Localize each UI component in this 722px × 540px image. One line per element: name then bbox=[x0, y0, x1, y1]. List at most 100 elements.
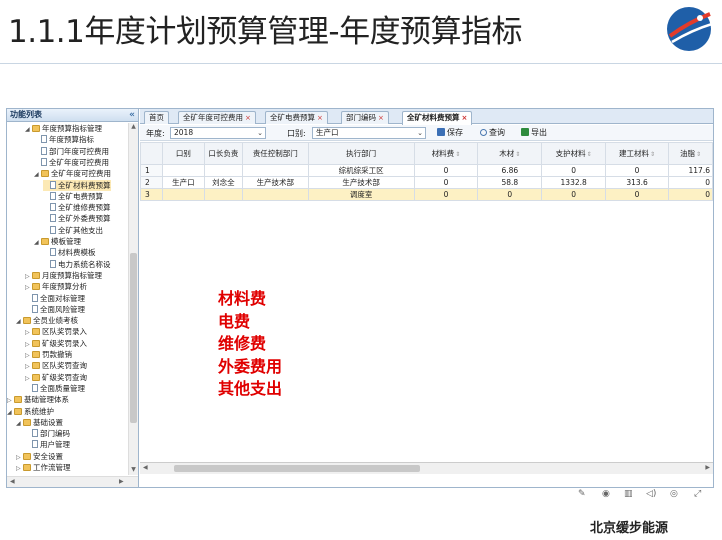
sidebar-item[interactable]: 全矿电费预算 bbox=[43, 191, 103, 202]
year-select[interactable]: 2018 ⌄ bbox=[170, 127, 266, 139]
collapse-arrow-icon[interactable]: ◢ bbox=[7, 407, 14, 418]
sidebar-item[interactable]: 全矿其他支出 bbox=[43, 225, 103, 236]
table-cell[interactable]: 0 bbox=[541, 164, 607, 177]
trash-icon[interactable]: ▥ bbox=[624, 489, 633, 499]
close-icon[interactable]: × bbox=[378, 114, 384, 122]
tab[interactable]: 全矿电费预算 × bbox=[265, 111, 328, 124]
table-cell[interactable] bbox=[203, 164, 243, 177]
tab[interactable]: 全矿材料费预算 × bbox=[402, 111, 473, 125]
sidebar-item[interactable]: ▷ 工作流管理 bbox=[16, 462, 71, 473]
column-header[interactable]: 材料费⇕ bbox=[413, 142, 479, 165]
sidebar-item[interactable]: 材料费模板 bbox=[43, 247, 96, 258]
table-cell[interactable]: 0 bbox=[605, 164, 669, 177]
scroll-down-icon[interactable]: ▼ bbox=[129, 466, 138, 475]
collapse-arrow-icon[interactable]: ◢ bbox=[16, 316, 23, 327]
column-header[interactable]: 执行部门 bbox=[307, 142, 415, 165]
column-header[interactable]: 支护材料⇕ bbox=[541, 142, 607, 165]
sidebar-item[interactable]: ▷ 罚款撤销 bbox=[25, 349, 72, 360]
table-cell[interactable] bbox=[241, 188, 309, 201]
table-cell[interactable]: 313.6 bbox=[605, 176, 669, 189]
scroll-left-icon[interactable]: ◀ bbox=[143, 464, 148, 471]
scroll-right-icon[interactable]: ▶ bbox=[119, 478, 124, 485]
table-cell[interactable]: 117.6 bbox=[668, 164, 713, 177]
sidebar-item[interactable]: ▷ 矿级奖罚录入 bbox=[25, 338, 87, 349]
table-cell[interactable]: 0 bbox=[413, 176, 479, 189]
sidebar-item[interactable]: ▷ 矿级奖罚查询 bbox=[25, 372, 87, 383]
table-cell[interactable] bbox=[241, 164, 309, 177]
sidebar-item[interactable]: 部门编码 bbox=[25, 428, 70, 439]
table-cell[interactable]: 0 bbox=[668, 188, 713, 201]
sidebar-vertical-scrollbar[interactable]: ▲ ▼ bbox=[128, 123, 138, 475]
close-icon[interactable]: × bbox=[462, 114, 468, 122]
table-cell[interactable] bbox=[161, 188, 205, 201]
sidebar-item[interactable]: 全矿年度可控费用 bbox=[34, 157, 109, 168]
scroll-left-icon[interactable]: ◀ bbox=[10, 478, 15, 485]
table-row[interactable]: 3 调度室 0 0 0 0 0 bbox=[140, 188, 713, 201]
sidebar-item[interactable]: 全面质量管理 bbox=[25, 383, 85, 394]
sidebar-item[interactable]: 全面对标管理 bbox=[25, 293, 85, 304]
sidebar-item[interactable]: ▷ 基础管理体系 bbox=[7, 394, 69, 405]
save-button[interactable]: 保存 bbox=[437, 127, 463, 139]
column-header[interactable] bbox=[140, 142, 163, 165]
sidebar-item[interactable]: 全矿材料费预算 bbox=[43, 179, 111, 191]
tab[interactable]: 全矿年度可控费用 × bbox=[178, 111, 256, 124]
table-cell[interactable] bbox=[203, 188, 243, 201]
table-cell[interactable]: 生产技术部 bbox=[241, 176, 309, 189]
sidebar-item[interactable]: 全矿外委费预算 bbox=[43, 213, 111, 224]
sort-icon[interactable]: ⇕ bbox=[650, 151, 655, 158]
pointer-icon[interactable]: ◉ bbox=[602, 489, 610, 499]
close-icon[interactable]: × bbox=[317, 114, 323, 122]
table-cell[interactable]: 0 bbox=[413, 188, 479, 201]
sort-icon[interactable]: ⇕ bbox=[455, 151, 460, 158]
column-header[interactable]: 木材⇕ bbox=[477, 142, 543, 165]
sidebar-item[interactable]: ▷ 年度预算分析 bbox=[25, 281, 87, 292]
scroll-up-icon[interactable]: ▲ bbox=[129, 123, 138, 132]
collapse-arrow-icon[interactable]: ◢ bbox=[16, 418, 23, 429]
table-cell[interactable]: 生产口 bbox=[161, 176, 205, 189]
query-button[interactable]: 查询 bbox=[480, 127, 505, 139]
table-cell[interactable]: 1332.8 bbox=[541, 176, 607, 189]
sidebar-item[interactable]: 全矿维修费预算 bbox=[43, 202, 111, 213]
sidebar-item[interactable]: ▷ 区队奖罚查询 bbox=[25, 360, 87, 371]
sidebar-item[interactable]: ◢ 模板管理 bbox=[34, 236, 81, 247]
sort-icon[interactable]: ⇕ bbox=[696, 151, 701, 158]
sidebar-item[interactable]: ▷ 区队奖罚录入 bbox=[25, 326, 87, 337]
sidebar-item[interactable]: ▷ 月度预算指标管理 bbox=[25, 270, 102, 281]
grid-horizontal-scrollbar[interactable]: ◀ ▶ bbox=[140, 462, 713, 474]
tab[interactable]: 部门编码 × bbox=[341, 111, 389, 124]
sort-icon[interactable]: ⇕ bbox=[587, 151, 592, 158]
scrollbar-thumb[interactable] bbox=[174, 465, 420, 472]
table-cell[interactable]: 综机综采工区 bbox=[307, 164, 415, 177]
pen-icon[interactable]: ✎ bbox=[578, 489, 586, 499]
collapse-icon[interactable]: « bbox=[129, 109, 135, 121]
collapse-arrow-icon[interactable]: ◢ bbox=[34, 237, 41, 248]
dept-select[interactable]: 生产口 ⌄ bbox=[312, 127, 426, 139]
table-cell[interactable] bbox=[161, 164, 205, 177]
table-cell[interactable]: 0 bbox=[477, 188, 543, 201]
sidebar-item[interactable]: ◢ 系统维护 bbox=[7, 406, 54, 417]
collapse-arrow-icon[interactable]: ◢ bbox=[25, 124, 32, 135]
scrollbar-thumb[interactable] bbox=[130, 253, 137, 423]
sidebar-item[interactable]: ◢ 基础设置 bbox=[16, 417, 63, 428]
table-row[interactable]: 1 综机综采工区 0 6.86 0 0 117.6 bbox=[140, 164, 713, 177]
table-row[interactable]: 2 生产口 刘念全 生产技术部 生产技术部 0 58.8 1332.8 313.6 0 bbox=[140, 176, 713, 189]
column-header[interactable]: 口别 bbox=[161, 142, 205, 165]
speaker-icon[interactable]: ◁) bbox=[646, 489, 656, 499]
column-header[interactable]: 口长负责 bbox=[203, 142, 243, 165]
sidebar-item[interactable]: 电力系统名称设 bbox=[43, 259, 111, 270]
table-cell[interactable]: 调度室 bbox=[307, 188, 415, 201]
expand-arrow-icon[interactable]: ▷ bbox=[16, 463, 23, 474]
column-header[interactable]: 责任控制部门 bbox=[241, 142, 309, 165]
table-cell[interactable]: 0 bbox=[668, 176, 713, 189]
tab[interactable]: 首页 bbox=[144, 111, 169, 124]
table-cell[interactable]: 0 bbox=[605, 188, 669, 201]
fullscreen-icon[interactable]: ⤢ bbox=[694, 489, 701, 499]
table-cell[interactable]: 0 bbox=[541, 188, 607, 201]
table-cell[interactable]: 0 bbox=[413, 164, 479, 177]
sidebar-item[interactable]: 全面风险管理 bbox=[25, 304, 85, 315]
sidebar-item[interactable]: 部门年度可控费用 bbox=[34, 146, 109, 157]
sidebar-item[interactable]: ▷ 安全设置 bbox=[16, 451, 63, 462]
sidebar-item[interactable]: ◢ 年度预算指标管理 bbox=[25, 123, 102, 134]
sidebar-item[interactable]: 年度预算指标 bbox=[34, 134, 94, 145]
column-header[interactable]: 建工材料⇕ bbox=[605, 142, 669, 165]
